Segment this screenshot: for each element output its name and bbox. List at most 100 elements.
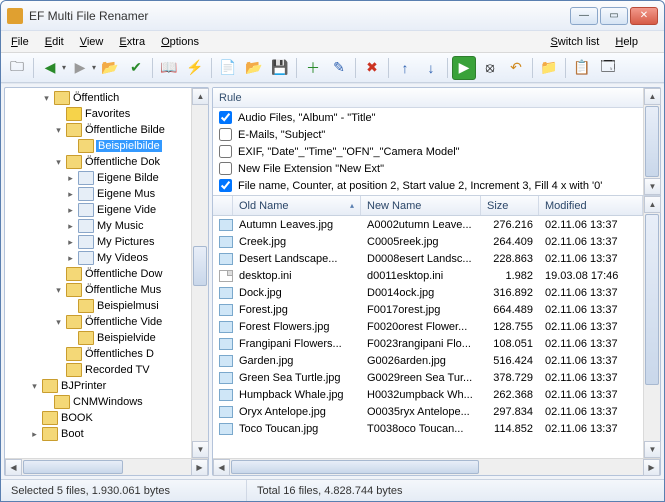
scroll-up-icon[interactable]: ▲ [192, 88, 209, 105]
tree-item[interactable]: CNMWindows [5, 394, 191, 410]
apply-button[interactable]: ▶ [452, 56, 476, 80]
move-up-button[interactable]: ↑ [393, 56, 417, 80]
tree-item[interactable]: ▸Eigene Vide [5, 202, 191, 218]
tree-item[interactable]: ▸My Music [5, 218, 191, 234]
tree-item[interactable]: Öffentliches D [5, 346, 191, 362]
scroll-down-icon[interactable]: ▼ [644, 178, 661, 195]
scroll-right-icon[interactable]: ▶ [191, 459, 208, 476]
collapse-icon[interactable]: ▾ [41, 93, 52, 104]
move-down-button[interactable]: ↓ [419, 56, 443, 80]
table-row[interactable]: Humpback Whale.jpgH0032umpback Wh...262.… [213, 386, 643, 403]
undo-button[interactable]: ↶ [504, 56, 528, 80]
open-button[interactable]: 📂 [242, 56, 266, 80]
scroll-right-icon[interactable]: ▶ [643, 459, 660, 476]
tree-item[interactable]: ▾Öffentlich [5, 90, 191, 106]
expand-icon[interactable]: ▸ [65, 189, 76, 200]
add-rule-button[interactable]: ＋ [301, 56, 325, 80]
expand-icon[interactable]: ▸ [29, 429, 40, 440]
table-row[interactable]: Oryx Antelope.jpgO0035ryx Antelope...297… [213, 403, 643, 420]
rule-checkbox[interactable] [219, 179, 232, 192]
options-button[interactable]: 📋 [570, 56, 594, 80]
delete-button[interactable]: ✖ [360, 56, 384, 80]
tree-item[interactable]: ▾Öffentliche Bilde [5, 122, 191, 138]
tree-item[interactable]: Beispielbilde [5, 138, 191, 154]
forward-dropdown[interactable]: ▾ [92, 63, 96, 72]
titlebar[interactable]: EF Multi File Renamer — ▭ ✕ [1, 1, 664, 31]
refresh-button[interactable]: ✔ [124, 56, 148, 80]
rules-header[interactable]: Rule [213, 88, 643, 108]
menu-options[interactable]: Options [161, 36, 199, 48]
maximize-button[interactable]: ▭ [600, 7, 628, 25]
minimize-button[interactable]: — [570, 7, 598, 25]
open-folder-button[interactable]: 📁 [537, 56, 561, 80]
collapse-icon[interactable]: ▾ [53, 157, 64, 168]
col-modified[interactable]: Modified [539, 196, 643, 215]
expand-icon[interactable]: ▸ [65, 173, 76, 184]
table-row[interactable]: Creek.jpgC0005reek.jpg264.40902.11.06 13… [213, 233, 643, 250]
menu-extra[interactable]: Extra [119, 36, 145, 48]
tree-item[interactable]: Öffentliche Dow [5, 266, 191, 282]
save-button[interactable]: 💾 [268, 56, 292, 80]
table-row[interactable]: Forest Flowers.jpgF0020orest Flower...12… [213, 318, 643, 335]
up-button[interactable]: 📂 [98, 56, 122, 80]
rule-row[interactable]: File name, Counter, at position 2, Start… [213, 177, 643, 194]
tree-item[interactable]: ▸Eigene Bilde [5, 170, 191, 186]
menu-edit[interactable]: Edit [45, 36, 64, 48]
close-button[interactable]: ✕ [630, 7, 658, 25]
collapse-icon[interactable]: ▾ [53, 285, 64, 296]
table-row[interactable]: Toco Toucan.jpgT0038oco Toucan...114.852… [213, 420, 643, 437]
scroll-down-icon[interactable]: ▼ [644, 441, 661, 458]
expand-icon[interactable]: ▸ [65, 237, 76, 248]
tree-item[interactable]: ▸My Pictures [5, 234, 191, 250]
tree-item[interactable]: ▾Öffentliche Mus [5, 282, 191, 298]
collapse-icon[interactable]: ▾ [53, 317, 64, 328]
tree-item[interactable]: ▾Öffentliche Vide [5, 314, 191, 330]
tree-item[interactable]: ▾BJPrinter [5, 378, 191, 394]
expand-icon[interactable]: ▸ [65, 253, 76, 264]
col-old-name[interactable]: Old Name▴ [233, 196, 361, 215]
menu-view[interactable]: View [80, 36, 104, 48]
tree-item[interactable]: BOOK [5, 410, 191, 426]
rule-row[interactable]: New File Extension "New Ext" [213, 160, 643, 177]
stop-button[interactable]: ⦻ [478, 56, 502, 80]
tree-item[interactable]: Beispielmusi [5, 298, 191, 314]
menu-file[interactable]: File [11, 36, 29, 48]
tree-item[interactable]: ▾Öffentliche Dok [5, 154, 191, 170]
table-row[interactable]: Forest.jpgF0017orest.jpg664.48902.11.06 … [213, 301, 643, 318]
scroll-left-icon[interactable]: ◀ [5, 459, 22, 476]
grid-scrollbar-v[interactable]: ▲ ▼ [643, 196, 660, 458]
rule-checkbox[interactable] [219, 128, 232, 141]
rule-checkbox[interactable] [219, 162, 232, 175]
tree-item[interactable]: Beispielvide [5, 330, 191, 346]
edit-rule-button[interactable]: ✎ [327, 56, 351, 80]
table-row[interactable]: Desert Landscape...D0008esert Landsc...2… [213, 250, 643, 267]
tree-item[interactable]: ▸Eigene Mus [5, 186, 191, 202]
tree-item[interactable]: Recorded TV [5, 362, 191, 378]
col-new-name[interactable]: New Name [361, 196, 481, 215]
rules-scrollbar-v[interactable]: ▲ ▼ [643, 88, 660, 195]
menu-help[interactable]: Help [615, 36, 638, 48]
tree-item[interactable]: ▸My Videos [5, 250, 191, 266]
col-size[interactable]: Size [481, 196, 539, 215]
collapse-icon[interactable]: ▾ [29, 381, 40, 392]
table-row[interactable]: Frangipani Flowers...F0023rangipani Flo.… [213, 335, 643, 352]
tree-scrollbar-h[interactable]: ◀ ▶ [5, 458, 208, 475]
flash-button[interactable]: ⚡ [183, 56, 207, 80]
rule-row[interactable]: EXIF, "Date"_"Time"_"OFN"_"Camera Model" [213, 143, 643, 160]
back-button[interactable]: ◀ [38, 56, 62, 80]
grid-scrollbar-h[interactable]: ◀ ▶ [213, 458, 660, 475]
scroll-down-icon[interactable]: ▼ [192, 441, 209, 458]
table-row[interactable]: desktop.inid0011esktop.ini1.98219.03.08 … [213, 267, 643, 284]
tree-scrollbar-v[interactable]: ▲ ▼ [191, 88, 208, 458]
rule-checkbox[interactable] [219, 111, 232, 124]
scroll-up-icon[interactable]: ▲ [644, 88, 661, 105]
window-button[interactable]: 🗔 [596, 56, 620, 80]
collapse-icon[interactable]: ▾ [53, 125, 64, 136]
scroll-up-icon[interactable]: ▲ [644, 196, 661, 213]
back-dropdown[interactable]: ▾ [62, 63, 66, 72]
table-row[interactable]: Green Sea Turtle.jpgG0029reen Sea Tur...… [213, 369, 643, 386]
scroll-left-icon[interactable]: ◀ [213, 459, 230, 476]
table-row[interactable]: Garden.jpgG0026arden.jpg516.42402.11.06 … [213, 352, 643, 369]
expand-icon[interactable]: ▸ [65, 205, 76, 216]
new-button[interactable]: 📄 [216, 56, 240, 80]
